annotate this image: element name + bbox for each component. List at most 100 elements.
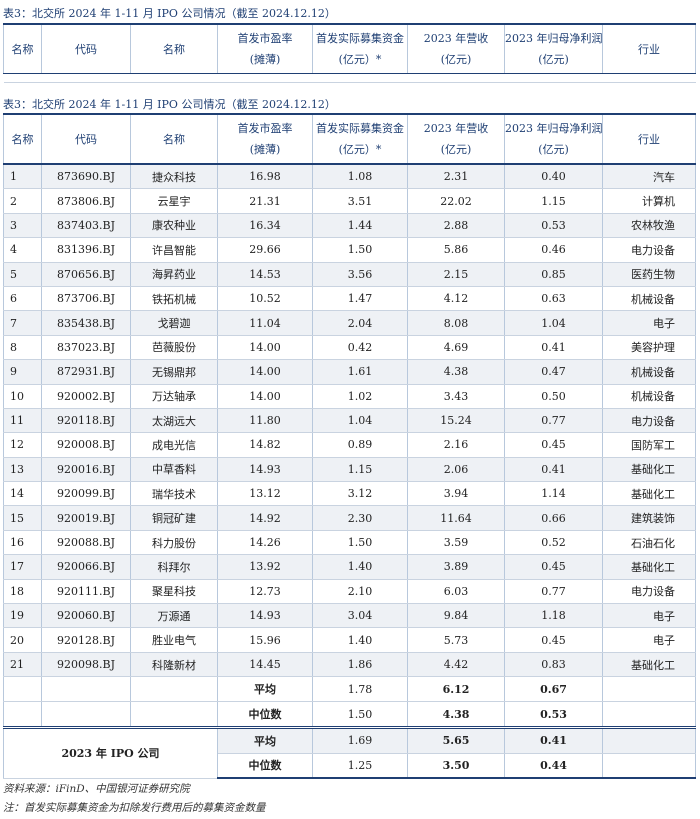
cell-revenue: 3.43 [407, 384, 505, 409]
cell-name: 捷众科技 [130, 164, 218, 190]
cell-raise: 1.47 [312, 286, 408, 312]
cell-index: 6 [3, 286, 42, 312]
cell-pe: 29.66 [217, 237, 313, 263]
cell-code: 837403.BJ [41, 213, 131, 239]
cell-revenue: 9.84 [407, 603, 505, 629]
cell-pe: 16.98 [217, 164, 313, 190]
table-row: 5 870656.BJ 海昇药业 14.53 3.56 2.15 0.85 医药生物 [3, 262, 696, 287]
table-row: 11 920118.BJ 太湖远大 11.80 1.04 15.24 0.77 电力设备 [3, 408, 696, 434]
cell-index: 9 [3, 359, 42, 385]
cell-name: 戈碧迦 [130, 310, 218, 336]
cell-pe: 14.93 [217, 603, 313, 629]
cell-industry: 机械设备 [602, 384, 696, 409]
table-row: 14 920099.BJ 瑞华技术 13.12 3.12 3.94 1.14 基础化工 [3, 481, 696, 507]
table-row: 15 920019.BJ 铜冠矿建 14.92 2.30 11.64 0.66 建筑装饰 [3, 505, 696, 531]
cell-pe: 14.53 [217, 262, 313, 287]
cell-name: 无锡鼎邦 [130, 359, 218, 385]
cell-code: 873690.BJ [41, 164, 131, 190]
summary-raise: 1.50 [312, 701, 408, 729]
cell-index: 17 [3, 554, 42, 580]
cell-name: 铁拓机械 [130, 286, 218, 312]
cell-name: 聚星科技 [130, 579, 218, 605]
cell-raise: 1.40 [312, 554, 408, 580]
summary-2023: 2023 年 IPO 公司 平均 1.69 5.65 0.41 中位数 1.25… [3, 726, 696, 780]
cell-industry: 基础化工 [602, 457, 696, 483]
cell-code: 870656.BJ [41, 262, 131, 287]
cell-revenue: 2.31 [407, 164, 505, 190]
header-pe: 首发市盈率 (摊薄) [217, 114, 313, 165]
cell-industry: 电子 [602, 603, 696, 629]
cell-pe: 14.00 [217, 384, 313, 409]
cell-pe: 21.31 [217, 188, 313, 214]
cell-code: 835438.BJ [41, 310, 131, 336]
cell-code: 873706.BJ [41, 286, 131, 312]
table-row: 7 835438.BJ 戈碧迦 11.04 2.04 8.08 1.04 电子 [3, 310, 696, 336]
cell-raise: 0.42 [312, 335, 408, 361]
cell-code: 920088.BJ [41, 530, 131, 556]
cell-net-profit: 1.14 [504, 481, 603, 507]
cell-code: 920066.BJ [41, 554, 131, 580]
header-name: 名称 [130, 24, 218, 74]
cell-industry: 医药生物 [602, 262, 696, 287]
summary-revenue: 4.38 [407, 701, 505, 729]
cell-code: 920099.BJ [41, 481, 131, 507]
cell-name: 科拜尔 [130, 554, 218, 580]
cell-net-profit: 0.85 [504, 262, 603, 287]
cell-index: 2 [3, 188, 42, 214]
cell-net-profit: 0.77 [504, 408, 603, 434]
cell-net-profit: 0.63 [504, 286, 603, 312]
table-header-duplicate: 名称 代码 名称 首发市盈率 (摊薄) 首发实际募集资金 (亿元）* 2023 年营… [3, 23, 696, 83]
summary-label: 平均 [217, 726, 313, 754]
cell-code: 920008.BJ [41, 432, 131, 458]
cell-index: 13 [3, 457, 42, 483]
table-row: 8 837023.BJ 芭薇股份 14.00 0.42 4.69 0.41 美容护理 [3, 335, 696, 361]
cell-name: 万源通 [130, 603, 218, 629]
cell-pe: 14.26 [217, 530, 313, 556]
cell-net-profit: 0.45 [504, 554, 603, 580]
summary-label: 中位数 [217, 753, 313, 780]
cell-revenue: 4.12 [407, 286, 505, 312]
cell-industry: 基础化工 [602, 481, 696, 507]
table-row: 18 920111.BJ 聚星科技 12.73 2.10 6.03 0.77 电力设备 [3, 579, 696, 605]
summary-net-profit: 0.53 [504, 701, 603, 729]
header-code: 代码 [41, 114, 131, 165]
cell-index: 19 [3, 603, 42, 629]
header-pe: 首发市盈率 (摊薄) [217, 24, 313, 74]
cell-revenue: 4.69 [407, 335, 505, 361]
cell-raise: 3.56 [312, 262, 408, 287]
cell-name: 太湖远大 [130, 408, 218, 434]
cell-industry: 基础化工 [602, 652, 696, 678]
cell-index: 3 [3, 213, 42, 239]
header-net-profit: 2023 年归母净利润 (亿元) [504, 114, 603, 165]
cell-code: 831396.BJ [41, 237, 131, 263]
cell-net-profit: 0.77 [504, 579, 603, 605]
footnote: 注：首发实际募集资金为扣除发行费用后的募集资金数量 [3, 802, 266, 814]
cell-name: 云星宇 [130, 188, 218, 214]
summary-revenue: 3.50 [407, 753, 505, 780]
header-name: 名称 [130, 114, 218, 165]
cell-raise: 1.61 [312, 359, 408, 385]
cell-industry: 基础化工 [602, 554, 696, 580]
cell-industry: 建筑装饰 [602, 505, 696, 531]
cell-index: 16 [3, 530, 42, 556]
cell-name: 科力股份 [130, 530, 218, 556]
cell-net-profit: 0.53 [504, 213, 603, 239]
cell-revenue: 4.42 [407, 652, 505, 678]
cell-raise: 2.30 [312, 505, 408, 531]
summary-2024: 平均 1.78 6.12 0.67 中位数 1.50 4.38 0.53 [3, 676, 696, 729]
table-row: 17 920066.BJ 科拜尔 13.92 1.40 3.89 0.45 基础化工 [3, 554, 696, 580]
table-caption-duplicate: 表3：北交所 2024 年 1-11 月 IPO 公司情况（截至 2024.12… [3, 7, 336, 20]
cell-net-profit: 0.40 [504, 164, 603, 190]
header-industry: 行业 [602, 114, 696, 165]
table-body: 1 873690.BJ 捷众科技 16.98 1.08 2.31 0.40 汽车 2 873806… [3, 164, 696, 678]
cell-code: 920060.BJ [41, 603, 131, 629]
table-row: 9 872931.BJ 无锡鼎邦 14.00 1.61 4.38 0.47 机械设备 [3, 359, 696, 385]
summary-row-mean: 平均 1.78 6.12 0.67 [3, 676, 696, 703]
cell-revenue: 2.06 [407, 457, 505, 483]
cell-industry: 电力设备 [602, 579, 696, 605]
cell-code: 920002.BJ [41, 384, 131, 409]
cell-pe: 14.92 [217, 505, 313, 531]
cell-raise: 3.04 [312, 603, 408, 629]
table-row: 13 920016.BJ 中草香料 14.93 1.15 2.06 0.41 基础化工 [3, 457, 696, 483]
cell-industry: 电子 [602, 310, 696, 336]
